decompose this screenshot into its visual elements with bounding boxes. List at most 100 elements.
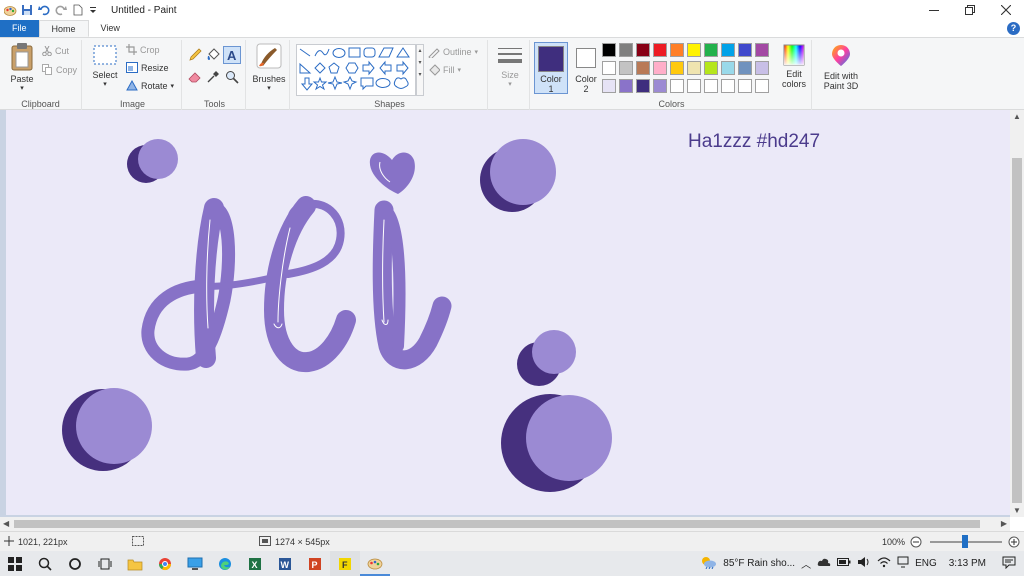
palette-swatch[interactable] [755, 79, 769, 93]
palette-swatch[interactable] [602, 79, 616, 93]
pc-app[interactable] [180, 551, 210, 576]
palette-swatch[interactable] [704, 79, 718, 93]
palette-swatch[interactable] [704, 43, 718, 57]
scroll-left-icon[interactable]: ◀ [3, 519, 9, 528]
palette-swatch[interactable] [636, 61, 650, 75]
palette-swatch[interactable] [687, 79, 701, 93]
paste-button[interactable]: Paste ▾ [6, 42, 38, 94]
rotate-dropdown-icon[interactable]: ▾ [171, 82, 175, 90]
save-icon[interactable] [21, 4, 33, 16]
magnifier-tool[interactable] [225, 70, 239, 86]
scroll-down-icon[interactable]: ▼ [1013, 506, 1021, 515]
file-explorer-app[interactable] [120, 551, 150, 576]
zoom-out-button[interactable] [910, 536, 922, 550]
palette-swatch[interactable] [670, 79, 684, 93]
drawing-canvas[interactable]: Ha1zzz #hd247 [6, 110, 1010, 515]
palette-swatch[interactable] [721, 43, 735, 57]
show-hidden-icons-icon[interactable]: ︿ [801, 556, 811, 571]
select-button[interactable]: Select ▾ [88, 44, 122, 90]
crop-button[interactable]: Crop [126, 44, 160, 55]
fill-tool[interactable] [206, 48, 220, 64]
outline-dropdown-icon[interactable]: ▾ [475, 48, 479, 56]
fill-dropdown-icon[interactable]: ▾ [458, 66, 462, 74]
tab-file[interactable]: File [0, 20, 39, 37]
start-button[interactable] [0, 551, 30, 576]
resize-button[interactable]: Resize [126, 62, 169, 73]
palette-swatch[interactable] [670, 43, 684, 57]
wifi-icon[interactable] [877, 556, 891, 571]
palette-swatch[interactable] [687, 43, 701, 57]
weather-icon[interactable] [699, 555, 717, 572]
vertical-scrollbar[interactable]: ▲ ▼ [1010, 110, 1024, 517]
powerpoint-app[interactable]: P [300, 551, 330, 576]
palette-swatch[interactable] [602, 43, 616, 57]
minimize-button[interactable] [916, 0, 952, 20]
brushes-dropdown-icon[interactable]: ▾ [252, 84, 286, 94]
palette-swatch[interactable] [619, 61, 633, 75]
palette-swatch[interactable] [738, 61, 752, 75]
undo-icon[interactable] [38, 4, 50, 16]
tab-view[interactable]: View [89, 20, 132, 37]
help-button[interactable]: ? [1007, 22, 1020, 35]
zoom-slider-thumb[interactable] [962, 535, 968, 548]
display-icon[interactable] [897, 556, 909, 571]
word-app[interactable]: W [270, 551, 300, 576]
customize-toolbar-icon[interactable] [89, 4, 101, 16]
palette-swatch[interactable] [619, 79, 633, 93]
palette-swatch[interactable] [653, 79, 667, 93]
color2-swatch[interactable] [576, 48, 596, 68]
rotate-button[interactable]: Rotate ▾ [126, 80, 174, 91]
weather-text[interactable]: 85°F Rain sho... [723, 558, 795, 569]
size-button[interactable]: Size ▾ [494, 44, 526, 90]
language-indicator[interactable]: ENG [915, 558, 937, 569]
color2-text[interactable]: Color 2 [570, 74, 602, 94]
palette-swatch[interactable] [738, 43, 752, 57]
vertical-scroll-thumb[interactable] [1012, 158, 1022, 503]
palette-swatch[interactable] [636, 79, 650, 93]
palette-swatch[interactable] [687, 61, 701, 75]
select-dropdown-icon[interactable]: ▾ [88, 80, 122, 90]
palette-swatch[interactable] [721, 61, 735, 75]
palette-swatch[interactable] [670, 61, 684, 75]
paint-app-taskbar[interactable] [360, 551, 390, 576]
palette-swatch[interactable] [738, 79, 752, 93]
excel-app[interactable]: X [240, 551, 270, 576]
restore-button[interactable] [952, 0, 988, 20]
cut-button[interactable]: Cut [42, 46, 69, 56]
palette-swatch[interactable] [704, 61, 718, 75]
cortana-button[interactable] [60, 551, 90, 576]
notifications-icon[interactable] [1002, 556, 1016, 572]
fileshare-app[interactable]: F [330, 551, 360, 576]
chrome-app[interactable] [150, 551, 180, 576]
zoom-in-button[interactable] [1008, 536, 1020, 550]
tab-home[interactable]: Home [38, 20, 89, 37]
search-button[interactable] [30, 551, 60, 576]
brushes-button[interactable]: Brushes ▾ [252, 42, 286, 94]
volume-icon[interactable] [857, 556, 871, 571]
scroll-right-icon[interactable]: ▶ [1001, 519, 1007, 528]
edge-app[interactable] [210, 551, 240, 576]
task-view-button[interactable] [90, 551, 120, 576]
palette-swatch[interactable] [602, 61, 616, 75]
size-dropdown-icon[interactable]: ▾ [494, 80, 526, 90]
close-button[interactable] [988, 0, 1024, 20]
new-file-icon[interactable] [72, 4, 84, 16]
horizontal-scroll-thumb[interactable] [14, 520, 980, 528]
battery-icon[interactable] [837, 557, 851, 570]
shapes-gallery-scroll[interactable]: ▴ ▾ ▾ [416, 44, 424, 96]
cloud-icon[interactable] [817, 557, 831, 570]
color-picker-tool[interactable] [206, 70, 220, 86]
shapes-gallery[interactable] [296, 44, 416, 96]
palette-swatch[interactable] [636, 43, 650, 57]
paste-dropdown-icon[interactable]: ▾ [6, 84, 38, 94]
copy-button[interactable]: Copy [42, 64, 77, 75]
scroll-up-icon[interactable]: ▲ [1013, 112, 1021, 121]
horizontal-scrollbar[interactable]: ◀ ▶ [0, 517, 1010, 531]
pencil-tool[interactable] [188, 48, 202, 64]
clock[interactable]: 3:13 PM [949, 558, 986, 569]
eraser-tool[interactable] [188, 70, 202, 86]
outline-button[interactable]: Outline ▾ [428, 46, 478, 58]
palette-swatch[interactable] [755, 43, 769, 57]
edit-with-paint3d-button[interactable]: Edit with Paint 3D [816, 43, 866, 91]
palette-swatch[interactable] [755, 61, 769, 75]
